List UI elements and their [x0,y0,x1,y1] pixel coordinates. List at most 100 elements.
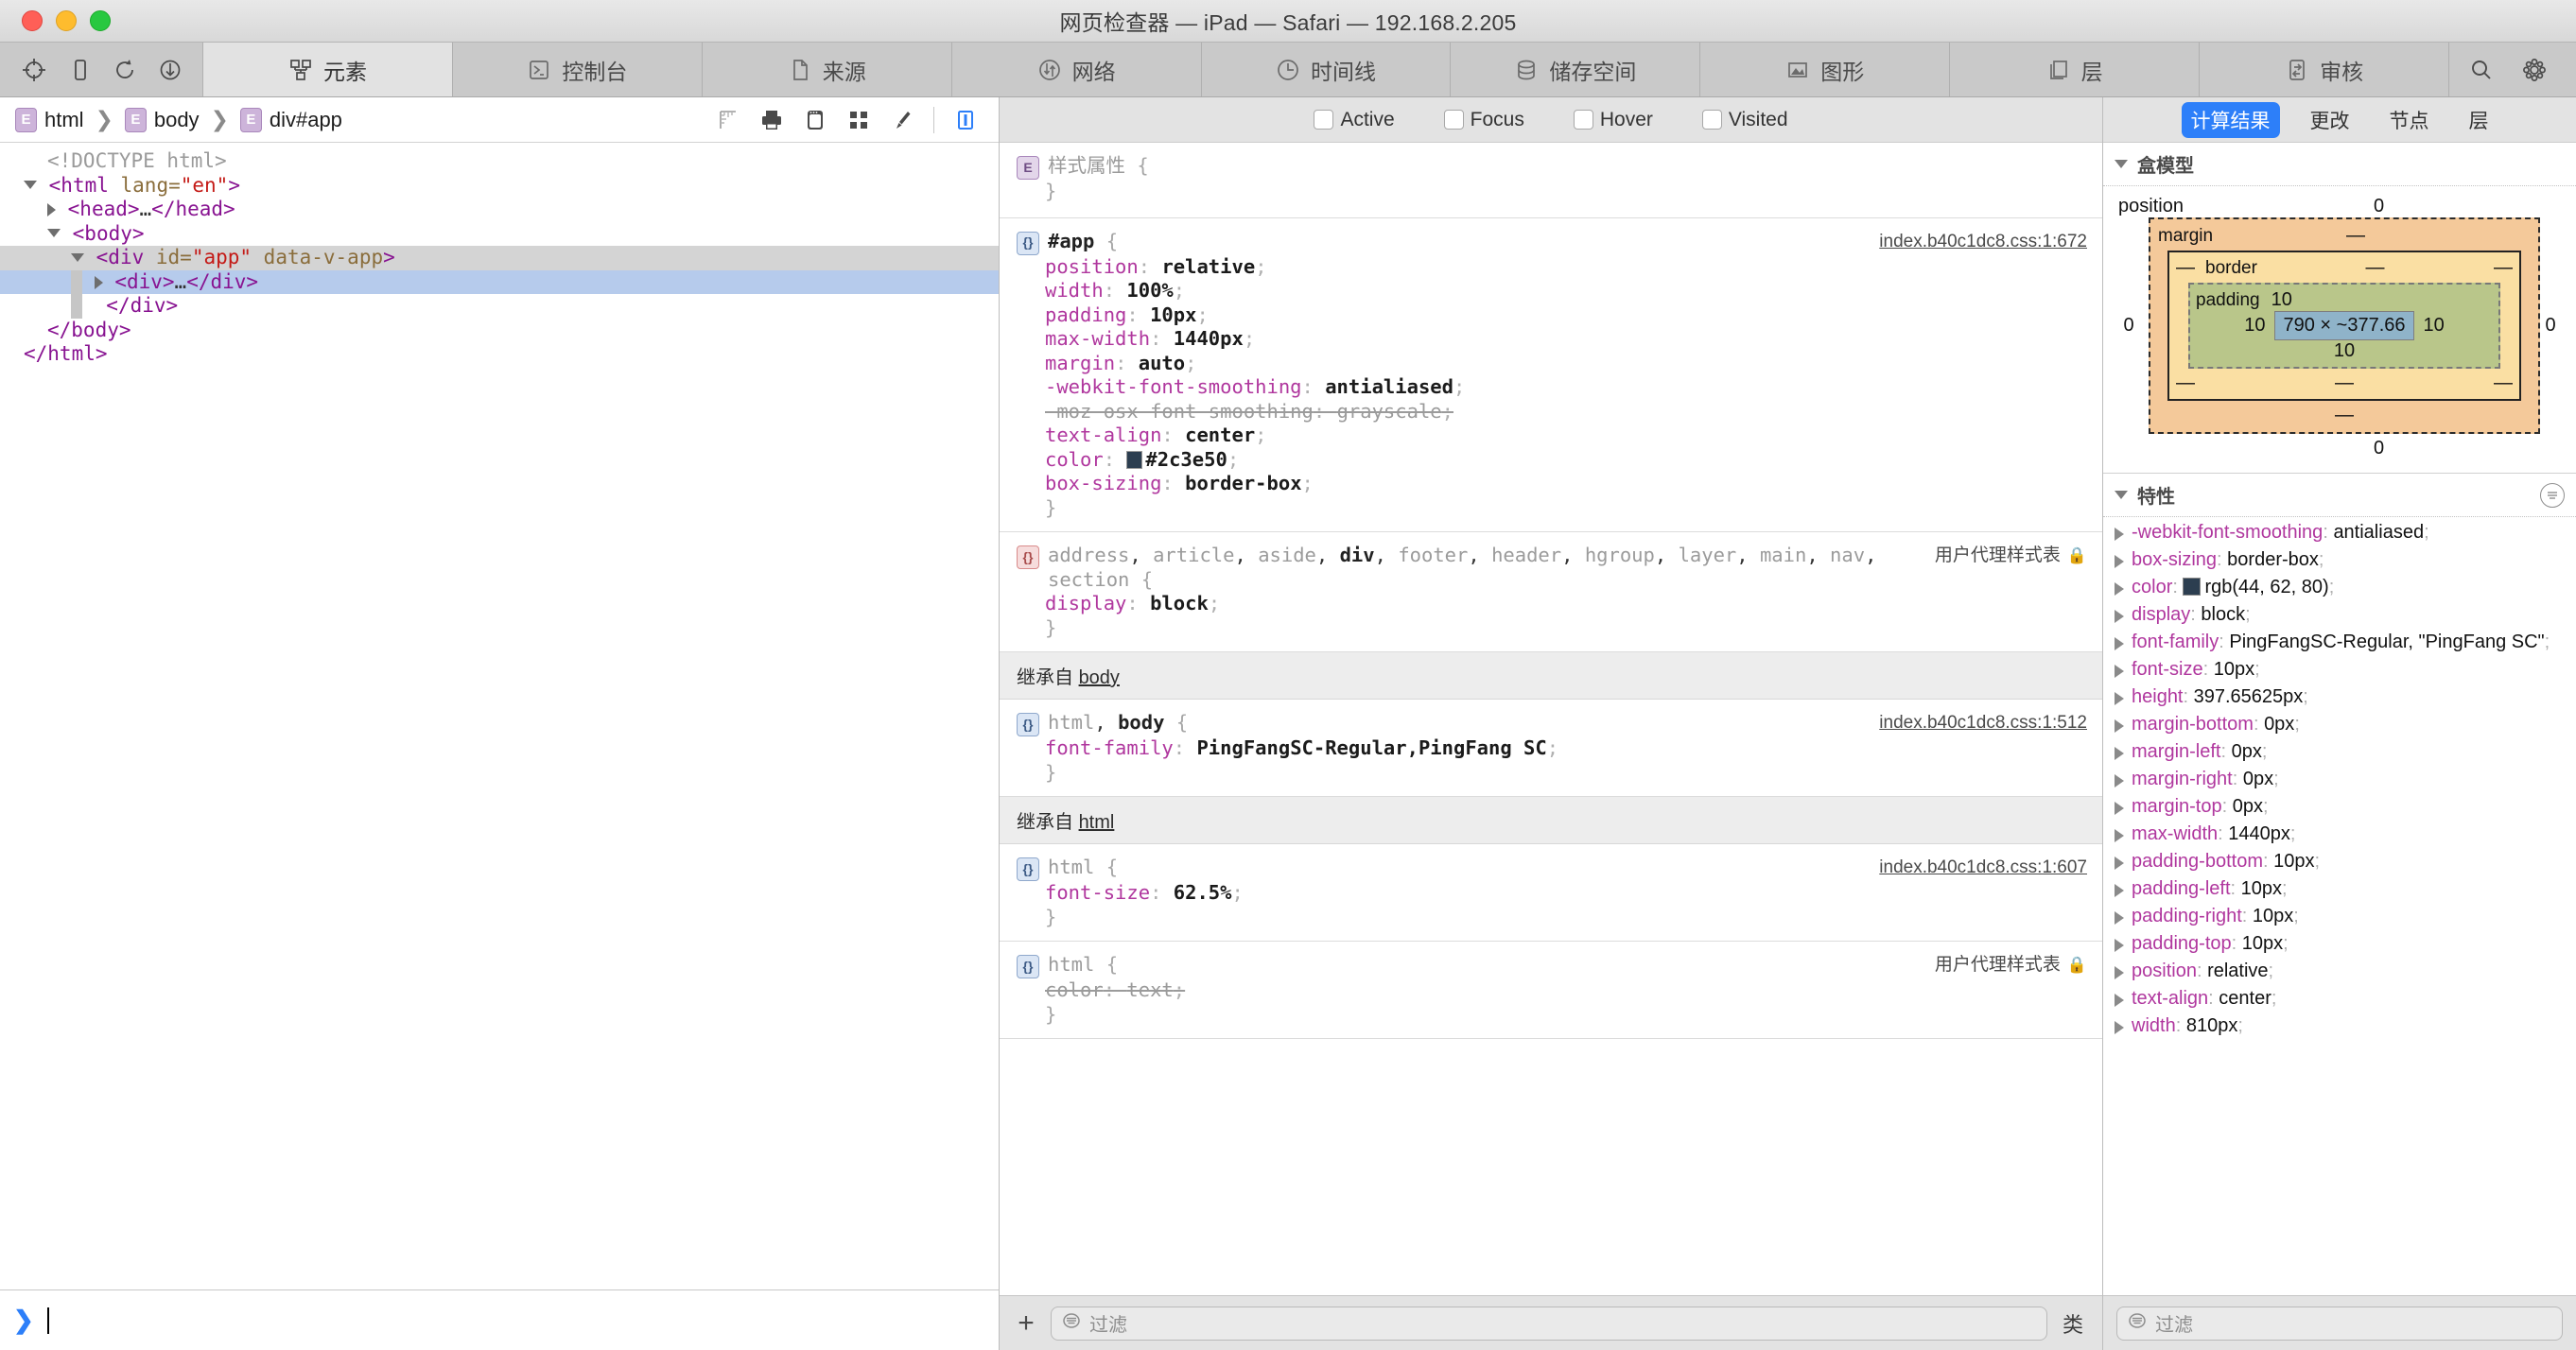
property-row[interactable]: max-width: 1440px; [2113,821,2576,848]
rule-selector[interactable]: html [1048,856,1094,878]
style-rule-ua-block[interactable]: {} address, article, aside, div, footer,… [1000,532,2102,652]
declaration-margin[interactable]: margin: auto; [1017,352,2087,376]
margin-bottom-value[interactable]: — [2158,405,2531,426]
disclosure-triangle-icon[interactable] [2115,1021,2124,1034]
property-row[interactable]: padding-right: 10px; [2113,903,2576,930]
style-rule-inline[interactable]: E 样式属性 { } [1000,143,2102,218]
console-prompt[interactable]: ❯ [0,1289,999,1350]
disclosure-triangle-icon[interactable] [2115,884,2124,897]
paintbrush-icon[interactable] [882,101,922,139]
search-icon[interactable] [2455,43,2508,96]
grid-icon[interactable] [839,101,879,139]
checkbox-icon[interactable] [1573,110,1593,130]
border-left-value[interactable]: — [2175,257,2196,279]
position-left-value[interactable]: 0 [2118,217,2139,434]
disclosure-triangle-icon[interactable] [2115,160,2128,168]
disclosure-triangle-icon[interactable] [2115,939,2124,952]
property-row[interactable]: padding-left: 10px; [2113,875,2576,903]
disclosure-triangle-icon[interactable] [2115,966,2124,979]
position-bottom-value[interactable]: 0 [2218,438,2540,459]
style-rule-html-ua[interactable]: {} html { 用户代理样式表 🔒 color: text; } [1000,942,2102,1039]
disclosure-triangle-icon[interactable] [24,181,37,189]
dom-tree-row-selected[interactable]: <div>…</div> [0,269,999,294]
border-right-value[interactable]: — [2493,257,2514,279]
property-row[interactable]: text-align: center; [2113,985,2576,1012]
close-button[interactable] [22,10,43,31]
disclosure-triangle-icon[interactable] [47,229,61,237]
inspect-element-icon[interactable] [11,43,57,96]
property-row[interactable]: margin-top: 0px; [2113,793,2576,821]
disclosure-triangle-icon[interactable] [2115,774,2124,788]
declaration-text-align[interactable]: text-align: center; [1017,424,2087,448]
rule-source-link[interactable]: index.b40c1dc8.css:1:672 [1879,230,2087,254]
property-row[interactable]: margin-bottom: 0px; [2113,711,2576,738]
properties-section-header[interactable]: 特性 [2103,473,2576,517]
declaration-display[interactable]: display: block; [1017,592,2087,616]
pseudo-focus-checkbox[interactable]: Focus [1443,109,1524,131]
property-row[interactable]: box-sizing: border-box; [2113,546,2576,574]
disclosure-triangle-icon[interactable] [2115,491,2128,499]
tab-node[interactable]: 节点 [2380,102,2439,138]
rule-source-link[interactable]: index.b40c1dc8.css:1:512 [1879,711,2087,736]
inherited-source-link[interactable]: html [1079,812,1115,833]
breadcrumb-item-div-app[interactable]: E div#app [239,107,342,132]
declaration-moz-osx-font-smoothing[interactable]: -moz-osx-font-smoothing: grayscale; [1017,400,2087,424]
device-icon[interactable] [57,43,102,96]
rule-selector[interactable]: address, article, aside, div, footer, he… [1048,544,1922,592]
declaration-font-family[interactable]: font-family: PingFangSC-Regular,PingFang… [1017,736,2087,761]
disclosure-triangle-icon[interactable] [47,203,56,216]
zoom-button[interactable] [90,10,111,31]
tab-computed[interactable]: 计算结果 [2181,101,2280,138]
content-box-size[interactable]: 790 × ~377.66 [2274,311,2414,340]
dom-tree-row[interactable]: <html lang="en"> [0,174,999,199]
position-top-value[interactable]: 0 [2218,196,2540,217]
gear-icon[interactable] [2508,43,2561,96]
disclosure-triangle-icon[interactable] [2115,555,2124,568]
padding-bottom-value[interactable]: 10 [2196,340,2493,362]
disclosure-triangle-icon[interactable] [2115,719,2124,733]
property-row[interactable]: padding-bottom: 10px; [2113,848,2576,875]
color-swatch[interactable] [1126,450,1143,469]
tab-console[interactable]: 控制台 [452,43,703,96]
dom-tree-row[interactable]: <div id="app" data-v-app> [0,246,999,270]
download-icon[interactable] [148,43,193,96]
property-row[interactable]: color: rgb(44, 62, 80); [2113,574,2576,601]
tab-storage[interactable]: 储存空间 [1451,43,1701,96]
declaration-font-size[interactable]: font-size: 62.5%; [1017,881,2087,906]
rule-source-link[interactable]: index.b40c1dc8.css:1:607 [1879,856,2087,880]
dom-tree-row[interactable]: <head>…</head> [0,198,999,222]
padding-right-value[interactable]: 10 [2424,315,2445,337]
border-bottom-value[interactable]: — [2196,372,2493,394]
dom-tree-row[interactable]: <!DOCTYPE html> [0,149,999,174]
checkbox-icon[interactable] [1443,110,1464,130]
sidebar-toggle-icon[interactable] [946,101,985,139]
property-row[interactable]: height: 397.65625px; [2113,684,2576,711]
dom-tree-row[interactable]: </div> [0,294,999,319]
disclosure-triangle-icon[interactable] [71,252,84,262]
declaration-width[interactable]: width: 100%; [1017,279,2087,303]
declaration-color[interactable]: color: #2c3e50; [1017,448,2087,473]
minimize-button[interactable] [56,10,77,31]
properties-filter-icon[interactable] [2540,482,2565,508]
padding-left-value[interactable]: 10 [2244,315,2265,337]
disclosure-triangle-icon[interactable] [2115,692,2124,705]
add-rule-button[interactable]: + [1013,1308,1039,1338]
tab-elements[interactable]: 元素 [203,43,453,96]
property-row[interactable]: font-family: PingFangSC-Regular, "PingFa… [2113,629,2576,656]
disclosure-triangle-icon[interactable] [2115,829,2124,842]
property-row[interactable]: padding-top: 10px; [2113,930,2576,958]
class-button[interactable]: 类 [2059,1308,2087,1339]
color-swatch[interactable] [2183,578,2202,596]
dom-tree-row[interactable]: </body> [0,319,999,343]
disclosure-triangle-icon[interactable] [2115,610,2124,623]
browser-icon[interactable] [795,101,835,139]
disclosure-triangle-icon[interactable] [2115,994,2124,1007]
border-top-value[interactable]: — [2257,257,2493,279]
style-rule-app[interactable]: {} #app { index.b40c1dc8.css:1:672 posit… [1000,218,2102,532]
checkbox-icon[interactable] [1701,110,1722,130]
tab-graphics[interactable]: 图形 [1700,43,1951,96]
computed-filter-input[interactable]: 过滤 [2116,1306,2563,1341]
tab-changes[interactable]: 更改 [2301,102,2359,138]
disclosure-triangle-icon[interactable] [2115,582,2124,596]
tab-layers[interactable]: 层 [1950,43,2201,96]
